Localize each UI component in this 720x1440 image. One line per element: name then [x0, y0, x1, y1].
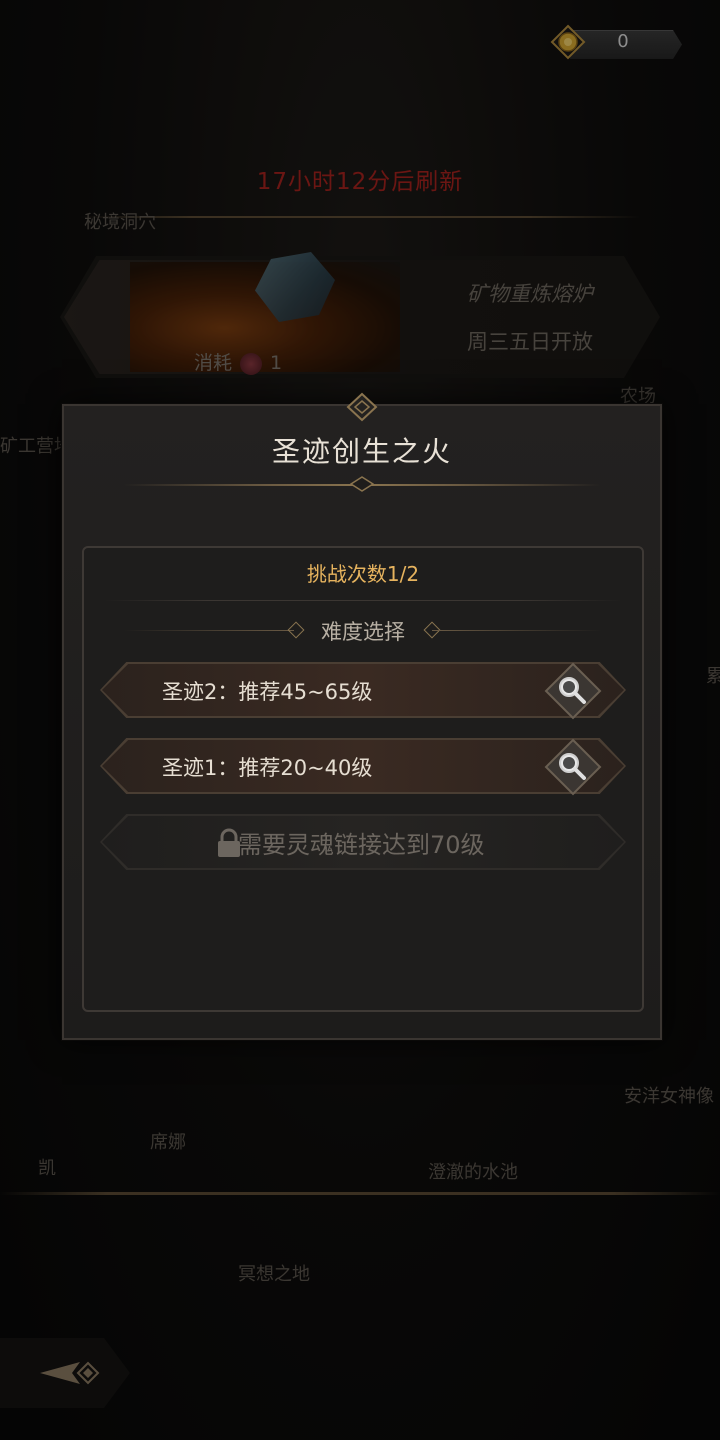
level-option-label: 圣迹2：推荐45~65级 — [162, 680, 373, 704]
top-ornament-icon — [346, 392, 378, 422]
level-option-locked[interactable]: 需要灵魂链接达到70级 — [100, 814, 626, 870]
difficulty-header: 难度选择 — [84, 616, 642, 646]
challenge-attempts: 挑战次数1/2 — [306, 562, 420, 586]
magnifier-icon[interactable] — [544, 738, 602, 796]
trial-modal: 圣迹创生之火 挑战次数1/2 难度选择 圣迹2：推荐45~65级 圣迹1：推荐2… — [62, 392, 662, 1040]
magnifier-icon[interactable] — [544, 662, 602, 720]
level-option-shengji-2[interactable]: 圣迹2：推荐45~65级 — [100, 662, 626, 720]
title-ornament-icon — [350, 476, 374, 492]
level-option-shengji-1[interactable]: 圣迹1：推荐20~40级 — [100, 738, 626, 796]
difficulty-line-right — [432, 630, 602, 631]
attempts-divider — [104, 600, 622, 601]
level-option-label: 圣迹1：推荐20~40级 — [162, 756, 373, 780]
modal-title: 圣迹创生之火 — [271, 435, 452, 468]
locked-option-label: 需要灵魂链接达到70级 — [238, 831, 485, 859]
inner-panel: 挑战次数1/2 难度选择 圣迹2：推荐45~65级 圣迹1：推荐20~40级 需… — [82, 546, 644, 1012]
difficulty-label: 难度选择 — [321, 620, 405, 644]
